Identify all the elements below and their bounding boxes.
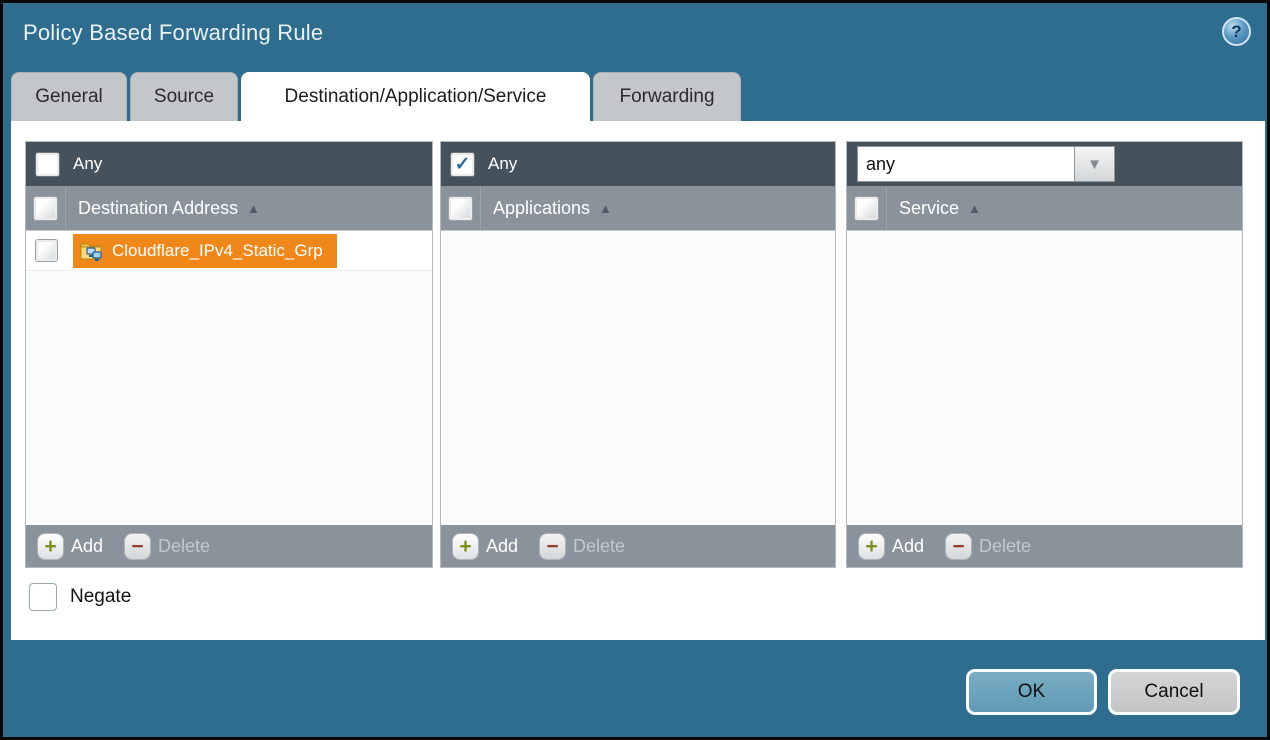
destination-header-label: Destination Address (78, 198, 238, 219)
destination-any-label: Any (73, 154, 102, 174)
applications-select-all-checkbox[interactable] (449, 197, 472, 220)
applications-any-checkbox[interactable]: ✓ (451, 153, 474, 176)
delete-icon: − (946, 534, 971, 559)
ok-button[interactable]: OK (966, 669, 1097, 715)
delete-button[interactable]: − Delete (946, 534, 1031, 559)
chevron-down-icon[interactable]: ▼ (1075, 146, 1115, 182)
tab-content-panel: Any Destination Address ▲ (11, 121, 1265, 640)
applications-column-header[interactable]: Applications ▲ (441, 186, 835, 230)
pbf-rule-dialog: Policy Based Forwarding Rule ? General S… (0, 0, 1270, 740)
add-button[interactable]: + Add (859, 534, 924, 559)
service-column-header[interactable]: Service ▲ (847, 186, 1242, 230)
service-type-bar: any ▼ (847, 142, 1242, 186)
applications-select-all-cell (441, 186, 481, 230)
applications-list (441, 230, 835, 525)
service-select-all-checkbox[interactable] (855, 197, 878, 220)
negate-label: Negate (70, 586, 131, 608)
add-icon: + (38, 534, 63, 559)
cancel-button[interactable]: Cancel (1108, 669, 1240, 715)
negate-checkbox[interactable] (30, 584, 56, 610)
applications-header-label: Applications (493, 198, 590, 219)
destination-list: Cloudflare_IPv4_Static_Grp (26, 230, 432, 525)
destination-any-checkbox[interactable] (36, 153, 59, 176)
address-group-icon (80, 240, 104, 261)
destination-column-header[interactable]: Destination Address ▲ (26, 186, 432, 230)
add-icon: + (859, 534, 884, 559)
add-button[interactable]: + Add (38, 534, 103, 559)
destination-any-bar: Any (26, 142, 432, 186)
service-panel: any ▼ Service ▲ + Add − Delete (846, 141, 1243, 568)
address-group-entry[interactable]: Cloudflare_IPv4_Static_Grp (73, 234, 337, 268)
delete-button[interactable]: − Delete (125, 534, 210, 559)
service-list (847, 230, 1242, 525)
table-row[interactable]: Cloudflare_IPv4_Static_Grp (26, 231, 432, 271)
applications-toolbar: + Add − Delete (441, 525, 835, 567)
tab-bar: General Source Destination/Application/S… (11, 72, 744, 121)
service-type-dropdown[interactable]: any ▼ (857, 146, 1115, 182)
tab-forwarding[interactable]: Forwarding (593, 72, 741, 121)
page-title: Policy Based Forwarding Rule (23, 20, 323, 46)
delete-icon: − (540, 534, 565, 559)
service-select-all-cell (847, 186, 887, 230)
row-checkbox[interactable] (36, 240, 57, 261)
tab-source[interactable]: Source (130, 72, 238, 121)
address-group-name: Cloudflare_IPv4_Static_Grp (112, 241, 323, 261)
applications-any-bar: ✓ Any (441, 142, 835, 186)
negate-option: Negate (30, 584, 131, 610)
destination-select-all-cell (26, 186, 66, 230)
applications-panel: ✓ Any Applications ▲ + Add − Delete (440, 141, 836, 568)
sort-asc-icon: ▲ (968, 201, 981, 216)
row-checkbox-cell (26, 240, 66, 261)
service-type-value: any (857, 146, 1075, 182)
help-glyph: ? (1231, 22, 1241, 42)
sort-asc-icon: ▲ (247, 201, 260, 216)
destination-toolbar: + Add − Delete (26, 525, 432, 567)
delete-icon: − (125, 534, 150, 559)
sort-asc-icon: ▲ (599, 201, 612, 216)
add-icon: + (453, 534, 478, 559)
destination-select-all-checkbox[interactable] (34, 197, 57, 220)
tab-general[interactable]: General (11, 72, 127, 121)
applications-any-label: Any (488, 154, 517, 174)
tab-destination-application-service[interactable]: Destination/Application/Service (241, 72, 590, 121)
service-header-label: Service (899, 198, 959, 219)
service-toolbar: + Add − Delete (847, 525, 1242, 567)
destination-address-panel: Any Destination Address ▲ (25, 141, 433, 568)
delete-button[interactable]: − Delete (540, 534, 625, 559)
help-icon[interactable]: ? (1222, 17, 1251, 46)
add-button[interactable]: + Add (453, 534, 518, 559)
